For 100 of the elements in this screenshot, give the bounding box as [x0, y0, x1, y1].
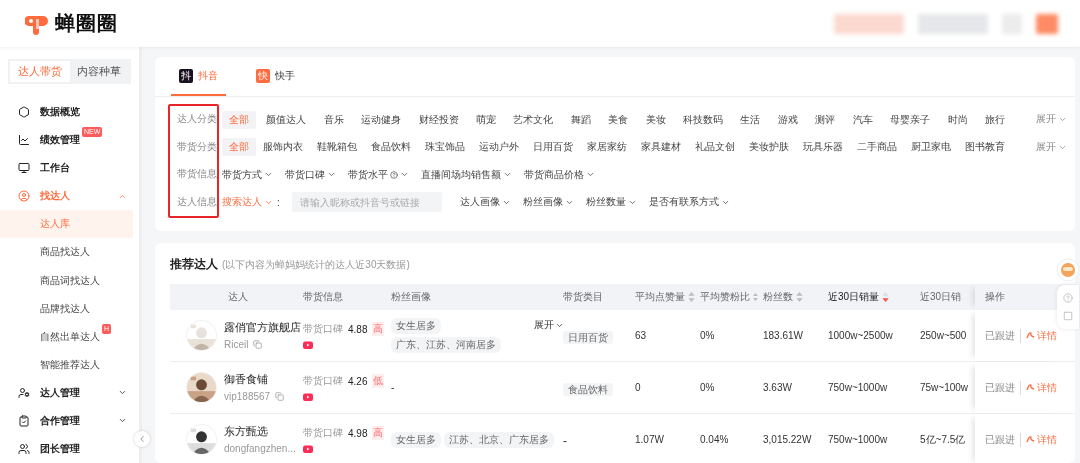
filter-dropdown[interactable]: 粉丝画像 [522, 195, 574, 210]
filter-chip[interactable]: 礼品文创 [688, 138, 742, 157]
table-cell: - [563, 433, 567, 448]
filter-dropdown[interactable]: 直播间场均销售额 [421, 167, 512, 182]
filter-chip[interactable]: 服饰内衣 [256, 138, 310, 157]
filter-dropdown[interactable]: 粉丝数量 [585, 195, 637, 210]
filter-dropdown[interactable]: 带货商品价格 [524, 167, 595, 182]
filter-chip[interactable]: 音乐 [316, 110, 351, 129]
filter-chip[interactable]: 艺术文化 [506, 110, 561, 129]
filter-chip[interactable]: 颜值达人 [259, 110, 314, 129]
filter-chip[interactable]: 运动健身 [354, 110, 409, 129]
blurred-area [834, 13, 904, 34]
nav-item[interactable]: 数据概览 [0, 98, 139, 127]
creator-handle: Riceil [224, 339, 249, 350]
score-level: 高 [372, 426, 385, 440]
filter-dropdown[interactable]: 达人画像 [459, 195, 511, 210]
creator-name[interactable]: 御香食铺 [224, 373, 285, 387]
column-header: 达人 [227, 290, 249, 304]
filter-chip[interactable]: 鞋靴箱包 [310, 138, 364, 157]
column-header: 带货信息 [302, 290, 344, 304]
filter-chip[interactable]: 美妆 [638, 110, 673, 129]
score-level: 低 [372, 374, 385, 388]
category-tag: 日用百货 [563, 330, 613, 344]
filter-chip[interactable]: 生活 [733, 110, 768, 129]
expand-toggle[interactable]: 展开 [534, 318, 564, 332]
column-header[interactable]: 平均赞粉比 [695, 284, 758, 310]
search-field[interactable]: 请输入昵称或抖音号或链接 [291, 192, 442, 213]
copy-icon[interactable] [253, 340, 263, 349]
status-text: 已跟进 [985, 432, 1021, 447]
fan-profile-empty: - [391, 382, 395, 393]
filter-chip[interactable]: 母婴亲子 [883, 110, 938, 129]
status-text: 已跟进 [985, 328, 1021, 343]
score-level: 高 [372, 322, 385, 336]
filter-label: 达人分类 [177, 112, 217, 127]
filter-chip[interactable]: 测评 [808, 110, 843, 129]
copy-icon[interactable] [275, 392, 285, 401]
detail-icon [1026, 435, 1035, 444]
table-cell-text: 750w~1000w [827, 382, 889, 393]
filter-chip[interactable]: 舞蹈 [563, 110, 598, 129]
filter-chip[interactable]: 二手商品 [850, 138, 904, 157]
column-header[interactable]: 平均点赞量 [630, 284, 695, 310]
filter-chip[interactable]: 科技数码 [676, 110, 731, 129]
status-text: 已跟进 [985, 380, 1021, 395]
filter-chip[interactable]: 玩具乐器 [796, 138, 850, 157]
assistant-avatar-icon[interactable] [1056, 258, 1080, 282]
column-header[interactable]: 近30日销量 [823, 284, 915, 310]
filter-chip[interactable]: 美食 [601, 110, 636, 129]
nav-icon [18, 162, 30, 175]
filter-chip[interactable]: 家居家纺 [580, 138, 634, 157]
expand-button[interactable]: 展开 [1024, 113, 1079, 127]
mode-tab[interactable]: 内容种草 [69, 61, 129, 82]
nav-item[interactable]: 合作管理 [0, 406, 139, 435]
table-cell-text: 75w~100w [919, 382, 970, 393]
score-value: 4.98 [348, 427, 368, 439]
sort-icon[interactable] [796, 292, 803, 302]
table-cell-text: 0% [699, 382, 716, 393]
nav-subitem[interactable]: 智能推荐达人 [0, 350, 133, 379]
help-icon[interactable] [1063, 293, 1073, 303]
sort-icon[interactable] [882, 292, 890, 302]
platform-tab[interactable]: 抖 抖音 [171, 57, 226, 96]
filter-dropdown[interactable]: 带货口碑 [285, 167, 336, 182]
logo-text: 蝉圈圈 [55, 11, 118, 36]
fan-tag: 女生居多 [391, 318, 441, 334]
filter-label: 带货分类 [177, 139, 217, 154]
filter-chip[interactable]: 运动户外 [472, 138, 526, 157]
filter-chip[interactable]: 美妆护肤 [742, 138, 796, 157]
nav-icon [18, 190, 30, 203]
column-header[interactable]: 粉丝数 [758, 284, 823, 310]
fan-tag: 广东、江苏、河南居多 [391, 337, 501, 353]
nav-item[interactable]: 团长管理 [0, 434, 139, 463]
filter-chip[interactable]: 旅行 [977, 110, 1012, 129]
filter-chip[interactable]: 厨卫家电 [904, 138, 958, 157]
collapse-button[interactable] [134, 431, 150, 447]
tv-icon [303, 392, 313, 401]
filter-chip[interactable]: 珠宝饰品 [418, 138, 472, 157]
filter-chip[interactable]: 图书教育 [958, 138, 1012, 157]
filter-dropdown[interactable]: 带货方式 [222, 167, 273, 182]
platform-tab[interactable]: 快 快手 [248, 57, 303, 96]
score-label: 带货口碑 [303, 374, 343, 388]
expand-button[interactable]: 展开 [1024, 140, 1079, 154]
sort-icon[interactable] [753, 292, 758, 302]
sort-icon[interactable] [688, 292, 695, 302]
filter-chip[interactable]: 财经投资 [411, 110, 466, 129]
nav-item[interactable]: 达人管理 [0, 378, 139, 407]
detail-icon [1026, 331, 1035, 340]
filter-chip[interactable]: 日用百货 [526, 138, 580, 157]
filter-chip[interactable]: 家具建材 [634, 138, 688, 157]
filter-dropdown[interactable]: 是否有联系方式 [648, 195, 730, 210]
filter-chip[interactable]: 时尚 [940, 110, 975, 129]
nav-subitem[interactable]: 品牌找达人 [0, 294, 133, 323]
nav-item[interactable]: 工作台 [0, 154, 139, 183]
filter-dropdown[interactable]: 带货水平 [348, 167, 409, 182]
nav-subitem[interactable]: 商品找达人 [0, 238, 133, 267]
nav-subitem[interactable]: 商品词找达人 [0, 266, 133, 295]
filter-chip[interactable]: 萌宠 [469, 110, 504, 129]
filter-chip[interactable]: 游戏 [770, 110, 805, 129]
filter-chip[interactable]: 汽车 [845, 110, 880, 129]
note-icon[interactable] [1063, 311, 1073, 321]
filter-chip[interactable]: 食品饮料 [364, 138, 418, 157]
creator-name[interactable]: 东方甄选 [224, 425, 298, 439]
